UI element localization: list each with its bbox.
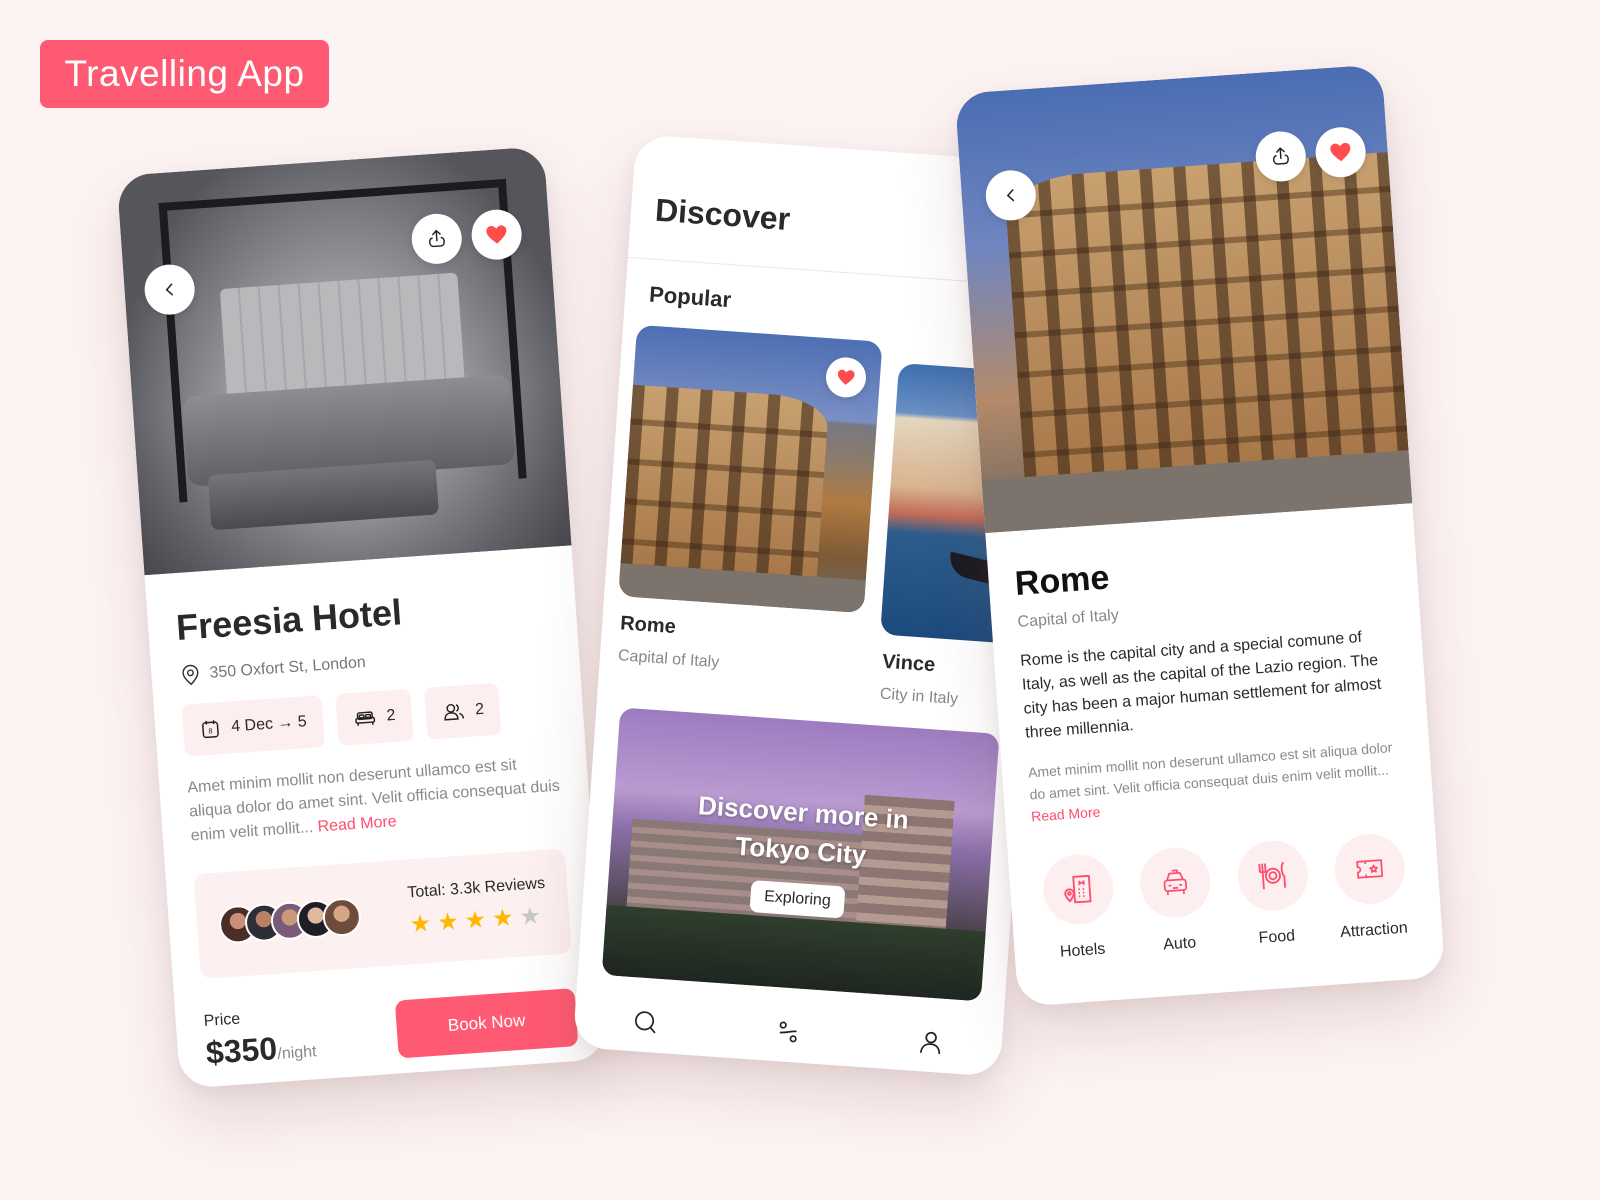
reviewer-avatars xyxy=(217,896,363,945)
price-value: $350/night xyxy=(205,1027,318,1072)
price-amount: $350 xyxy=(204,1030,279,1071)
beds-chip[interactable]: 2 xyxy=(334,688,414,746)
dates-label: 4 Dec → 5 xyxy=(230,713,308,736)
guests-chip[interactable]: 2 xyxy=(423,682,502,740)
dates-chip[interactable]: 8 4 Dec → 5 xyxy=(181,695,325,757)
tab-profile[interactable] xyxy=(914,1026,946,1058)
hotel-address: 350 Oxfort St, London xyxy=(179,639,552,687)
colosseum-decor xyxy=(1003,151,1409,478)
price-label: Price xyxy=(203,1010,241,1030)
chevron-left-icon xyxy=(165,283,174,296)
exploring-button[interactable]: Exploring xyxy=(749,880,846,919)
heart-icon xyxy=(837,369,855,385)
booking-chips: 8 4 Dec → 5 2 2 xyxy=(181,679,557,757)
tab-search[interactable] xyxy=(630,1006,662,1038)
car-icon xyxy=(1163,869,1188,896)
avatar xyxy=(321,896,363,937)
hotel-description: Amet minim mollit non deserunt ullamco e… xyxy=(187,751,563,849)
category-label: Hotels xyxy=(1059,940,1106,961)
star-empty-icon: ★ xyxy=(518,902,542,931)
svg-text:8: 8 xyxy=(208,726,213,735)
star-filled-icon: ★ xyxy=(408,909,433,939)
place-name: Rome xyxy=(619,612,677,639)
chevron-left-icon xyxy=(1006,189,1015,202)
read-more-link[interactable]: Read More xyxy=(317,813,397,835)
rome-hero-photo xyxy=(954,64,1413,533)
bed-icon xyxy=(354,711,375,726)
hotel-detail-screen: Freesia Hotel 350 Oxfort St, London 8 4 … xyxy=(116,146,608,1089)
category-auto[interactable]: Auto xyxy=(1131,845,1222,957)
category-attraction[interactable]: Attraction xyxy=(1325,831,1416,943)
tokyo-promo-banner[interactable]: Discover more in Tokyo City Exploring xyxy=(601,707,1000,1002)
discount-icon xyxy=(779,1021,797,1043)
category-food[interactable]: Food xyxy=(1228,838,1319,950)
book-now-button[interactable]: Book Now xyxy=(394,987,579,1059)
place-subtitle: Capital of Italy xyxy=(617,647,720,672)
reviews-total: Total: 3.3k Reviews xyxy=(406,874,546,902)
extra-text: Amet minim mollit non deserunt ullamco e… xyxy=(1027,739,1393,803)
food-icon xyxy=(1258,861,1286,890)
tab-discount[interactable] xyxy=(772,1016,804,1048)
colosseum-decor xyxy=(620,384,830,578)
star-rating: ★ ★ ★ ★ ★ xyxy=(409,901,549,940)
rome-photo xyxy=(618,324,883,614)
category-label: Food xyxy=(1258,927,1296,947)
rome-detail-screen: Rome Capital of Italy Rome is the capita… xyxy=(954,64,1446,1007)
guests-count: 2 xyxy=(474,700,485,719)
star-filled-icon: ★ xyxy=(436,908,460,937)
share-icon xyxy=(429,229,445,248)
city-extra-text: Amet minim mollit non deserunt ullamco e… xyxy=(1027,735,1407,827)
category-label: Attraction xyxy=(1339,919,1409,942)
address-text: 350 Oxfort St, London xyxy=(208,653,367,682)
hotel-icon xyxy=(1064,874,1092,904)
city-description: Rome is the capital city and a special c… xyxy=(1019,628,1382,742)
heart-icon xyxy=(1330,142,1351,162)
share-icon xyxy=(1273,147,1289,165)
hotel-name: Freesia Hotel xyxy=(174,591,404,648)
guests-icon xyxy=(443,703,464,721)
star-filled-icon: ★ xyxy=(491,904,515,933)
category-list: Hotels Auto Food Attraction xyxy=(1034,831,1416,963)
favorite-button[interactable] xyxy=(824,356,868,399)
category-hotels[interactable]: Hotels xyxy=(1034,851,1125,964)
read-more-link[interactable]: Read More xyxy=(1031,804,1101,825)
app-title-badge: Travelling App xyxy=(40,40,329,108)
profile-icon xyxy=(919,1031,940,1055)
reviews-box: Total: 3.3k Reviews ★ ★ ★ ★ ★ xyxy=(193,848,572,980)
hotel-photo xyxy=(116,146,572,576)
category-label: Auto xyxy=(1162,934,1197,954)
price-unit: /night xyxy=(276,1043,318,1063)
place-card-rome[interactable]: Rome Capital of Italy xyxy=(612,324,883,702)
calendar-icon: 8 xyxy=(202,720,219,739)
heart-icon xyxy=(486,225,507,244)
search-icon xyxy=(635,1011,656,1034)
banner-title: Discover more in Tokyo City xyxy=(694,786,910,877)
star-filled-icon: ★ xyxy=(463,906,488,935)
beds-count: 2 xyxy=(385,706,397,725)
location-pin-icon xyxy=(182,664,199,686)
ticket-icon xyxy=(1356,859,1384,879)
